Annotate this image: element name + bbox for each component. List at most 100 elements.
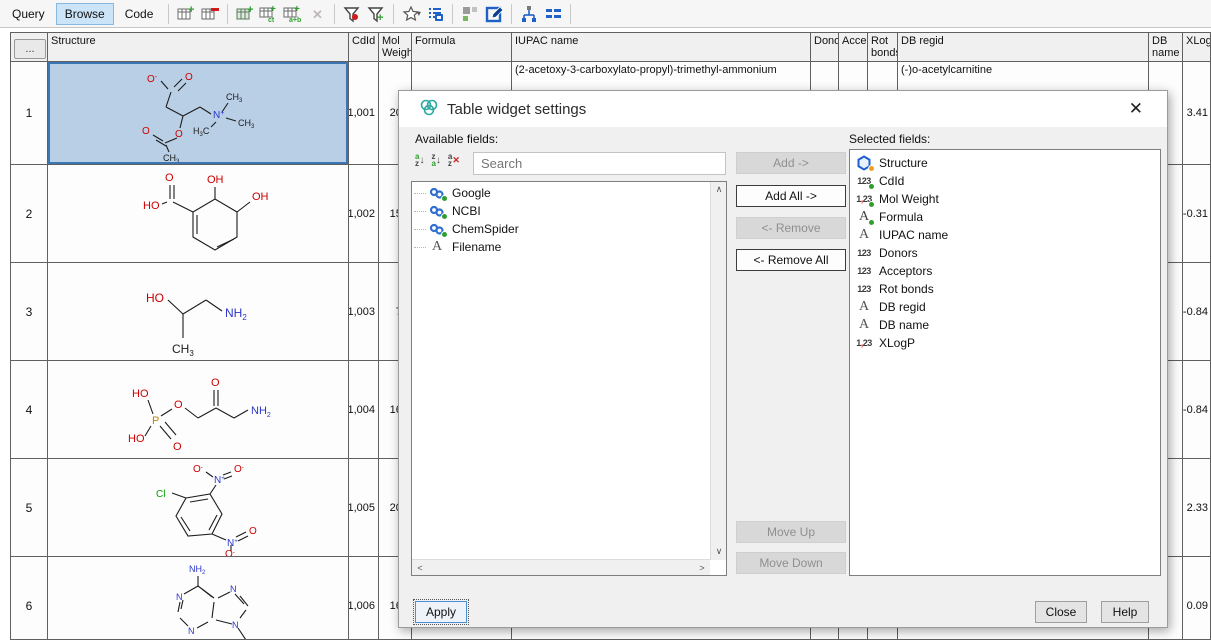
row-number[interactable]: 3 [11, 263, 47, 360]
move-down-button[interactable]: Move Down [736, 552, 846, 574]
cdid-cell[interactable]: 1,003 [349, 263, 378, 360]
column-header-formula[interactable]: Formula [412, 33, 511, 61]
column-header-db-regid[interactable]: DB regid [898, 33, 1148, 61]
field-label: IUPAC name [879, 228, 948, 242]
field-item-chemspider[interactable]: ChemSpider [412, 220, 709, 238]
xlogp-cell[interactable]: 2.33 [1183, 459, 1211, 556]
move-up-button[interactable]: Move Up [736, 521, 846, 543]
cdid-cell[interactable]: 1,005 [349, 459, 378, 556]
close-icon[interactable]: ✕ [1115, 92, 1157, 126]
edit-widget-icon[interactable] [482, 3, 506, 25]
scroll-down-icon[interactable]: ∨ [711, 544, 727, 560]
field-item-google[interactable]: Google [412, 184, 709, 202]
field-item-cdid[interactable]: 123CdId [850, 172, 1160, 190]
dropdown-caret-icon: ▾ [417, 9, 421, 18]
add-all-button[interactable]: Add All -> [736, 185, 846, 207]
field-item-structure[interactable]: Structure [850, 154, 1160, 172]
field-item-mol-weight[interactable]: 1,23Mol Weight [850, 190, 1160, 208]
filter-icon[interactable] [340, 3, 364, 25]
row-number[interactable]: 4 [11, 361, 47, 458]
svg-text:N: N [232, 620, 239, 630]
cdid-cell[interactable]: 1,006 [349, 557, 378, 640]
new-grid-view-icon[interactable]: + [233, 3, 257, 25]
scroll-left-icon[interactable]: < [412, 560, 428, 576]
decimal-indexed-icon: 1,23 [854, 191, 874, 207]
remove-table-icon[interactable] [198, 3, 222, 25]
row-number[interactable]: 2 [11, 165, 47, 262]
column-header-cdid[interactable]: CdId [349, 33, 378, 61]
cdid-cell[interactable]: 1,002 [349, 165, 378, 262]
row-number[interactable]: 5 [11, 459, 47, 556]
sort-clear-icon[interactable]: az✕ [448, 153, 460, 167]
list-view-icon[interactable] [541, 3, 565, 25]
apply-button[interactable]: Apply [415, 601, 467, 623]
xlogp-cell[interactable]: -0.84 [1183, 361, 1211, 458]
cdid-cell[interactable]: 1,004 [349, 361, 378, 458]
column-header-iupac-name[interactable]: IUPAC name [512, 33, 810, 61]
column-header-structure[interactable]: Structure [48, 33, 348, 61]
column-header-rot-bonds[interactable]: Rot bonds [868, 33, 897, 61]
structure-cell-row1[interactable]: O- O N+ CH3 CH3 H3C O O CH3 [48, 62, 348, 164]
field-item-formula[interactable]: AFormula [850, 208, 1160, 226]
available-fields-list[interactable]: GoogleNCBIChemSpiderAFilename ∧ ∨ < > [411, 181, 727, 576]
structure-cell-row3[interactable]: HO NH2 CH3 [48, 263, 348, 360]
sort-desc-icon[interactable]: za↓ [431, 153, 440, 167]
field-item-donors[interactable]: 123Donors [850, 244, 1160, 262]
field-item-filename[interactable]: AFilename [412, 238, 709, 256]
delete-icon[interactable]: ✕ [305, 3, 329, 25]
field-label: XLogP [879, 336, 915, 350]
structure-tree-icon[interactable] [517, 3, 541, 25]
tab-browse[interactable]: Browse [56, 3, 114, 25]
row-number[interactable]: 6 [11, 557, 47, 640]
scroll-right-icon[interactable]: > [694, 560, 710, 576]
column-header-db-name[interactable]: DB name [1149, 33, 1182, 61]
svg-text:+: + [377, 12, 383, 23]
column-header-acceptors[interactable]: Acceptors [839, 33, 867, 61]
field-item-xlogp[interactable]: 1,23XLogP [850, 334, 1160, 352]
add-table-icon[interactable]: + [174, 3, 198, 25]
structure-cell-row2[interactable]: O HO OH OH [48, 165, 348, 262]
add-button[interactable]: Add -> [736, 152, 846, 174]
svg-text:HO: HO [143, 200, 160, 212]
structure-cell-row5[interactable]: Cl N+ O- O- N+ O O- [48, 459, 348, 556]
field-item-db-name[interactable]: ADB name [850, 316, 1160, 334]
selected-fields-list[interactable]: Structure123CdId1,23Mol WeightAFormulaAI… [849, 149, 1161, 576]
tree-guide [414, 247, 426, 248]
field-item-ncbi[interactable]: NCBI [412, 202, 709, 220]
structure-cell-row6[interactable]: NH2 N N N N [48, 557, 348, 640]
close-button[interactable]: Close [1035, 601, 1087, 623]
tab-query[interactable]: Query [3, 3, 54, 25]
horizontal-scrollbar[interactable]: < > [412, 559, 710, 575]
scroll-up-icon[interactable]: ∧ [711, 182, 727, 198]
cdid-cell[interactable]: 1,001 [349, 62, 378, 164]
remove-all-button[interactable]: <- Remove All [736, 249, 846, 271]
xlogp-cell[interactable]: 0.09 [1183, 557, 1211, 640]
xlogp-cell[interactable]: -0.84 [1183, 263, 1211, 360]
field-item-iupac-name[interactable]: AIUPAC name [850, 226, 1160, 244]
column-options-button[interactable]: ... [14, 39, 46, 59]
sort-asc-icon[interactable]: az↓ [415, 153, 424, 167]
field-item-acceptors[interactable]: 123Acceptors [850, 262, 1160, 280]
svg-text:O: O [185, 72, 193, 83]
list-settings-icon[interactable] [423, 3, 447, 25]
favorites-icon[interactable]: ▾ [399, 3, 423, 25]
field-item-db-regid[interactable]: ADB regid [850, 298, 1160, 316]
new-grid-ct-icon[interactable]: +ct [257, 3, 281, 25]
field-item-rot-bonds[interactable]: 123Rot bonds [850, 280, 1160, 298]
row-number[interactable]: 1 [11, 62, 47, 164]
new-grid-ab-icon[interactable]: +a+b [281, 3, 305, 25]
add-filter-icon[interactable]: + [364, 3, 388, 25]
column-header-xlogp[interactable]: XLogP [1183, 33, 1211, 61]
search-input[interactable] [473, 152, 726, 175]
xlogp-cell[interactable]: -0.31 [1183, 165, 1211, 262]
tab-code[interactable]: Code [116, 3, 163, 25]
svg-text:+: + [294, 5, 300, 15]
vertical-scrollbar[interactable]: ∧ ∨ [710, 182, 726, 560]
xlogp-cell[interactable]: 3.41 [1183, 62, 1211, 164]
structure-cell-row4[interactable]: HO HO P O O O NH2 [48, 361, 348, 458]
layout-icon[interactable] [458, 3, 482, 25]
column-header-mol-weight[interactable]: Mol Weight [379, 33, 411, 61]
column-header-donors[interactable]: Donors [811, 33, 838, 61]
remove-button[interactable]: <- Remove [736, 217, 846, 239]
help-button[interactable]: Help [1101, 601, 1149, 623]
